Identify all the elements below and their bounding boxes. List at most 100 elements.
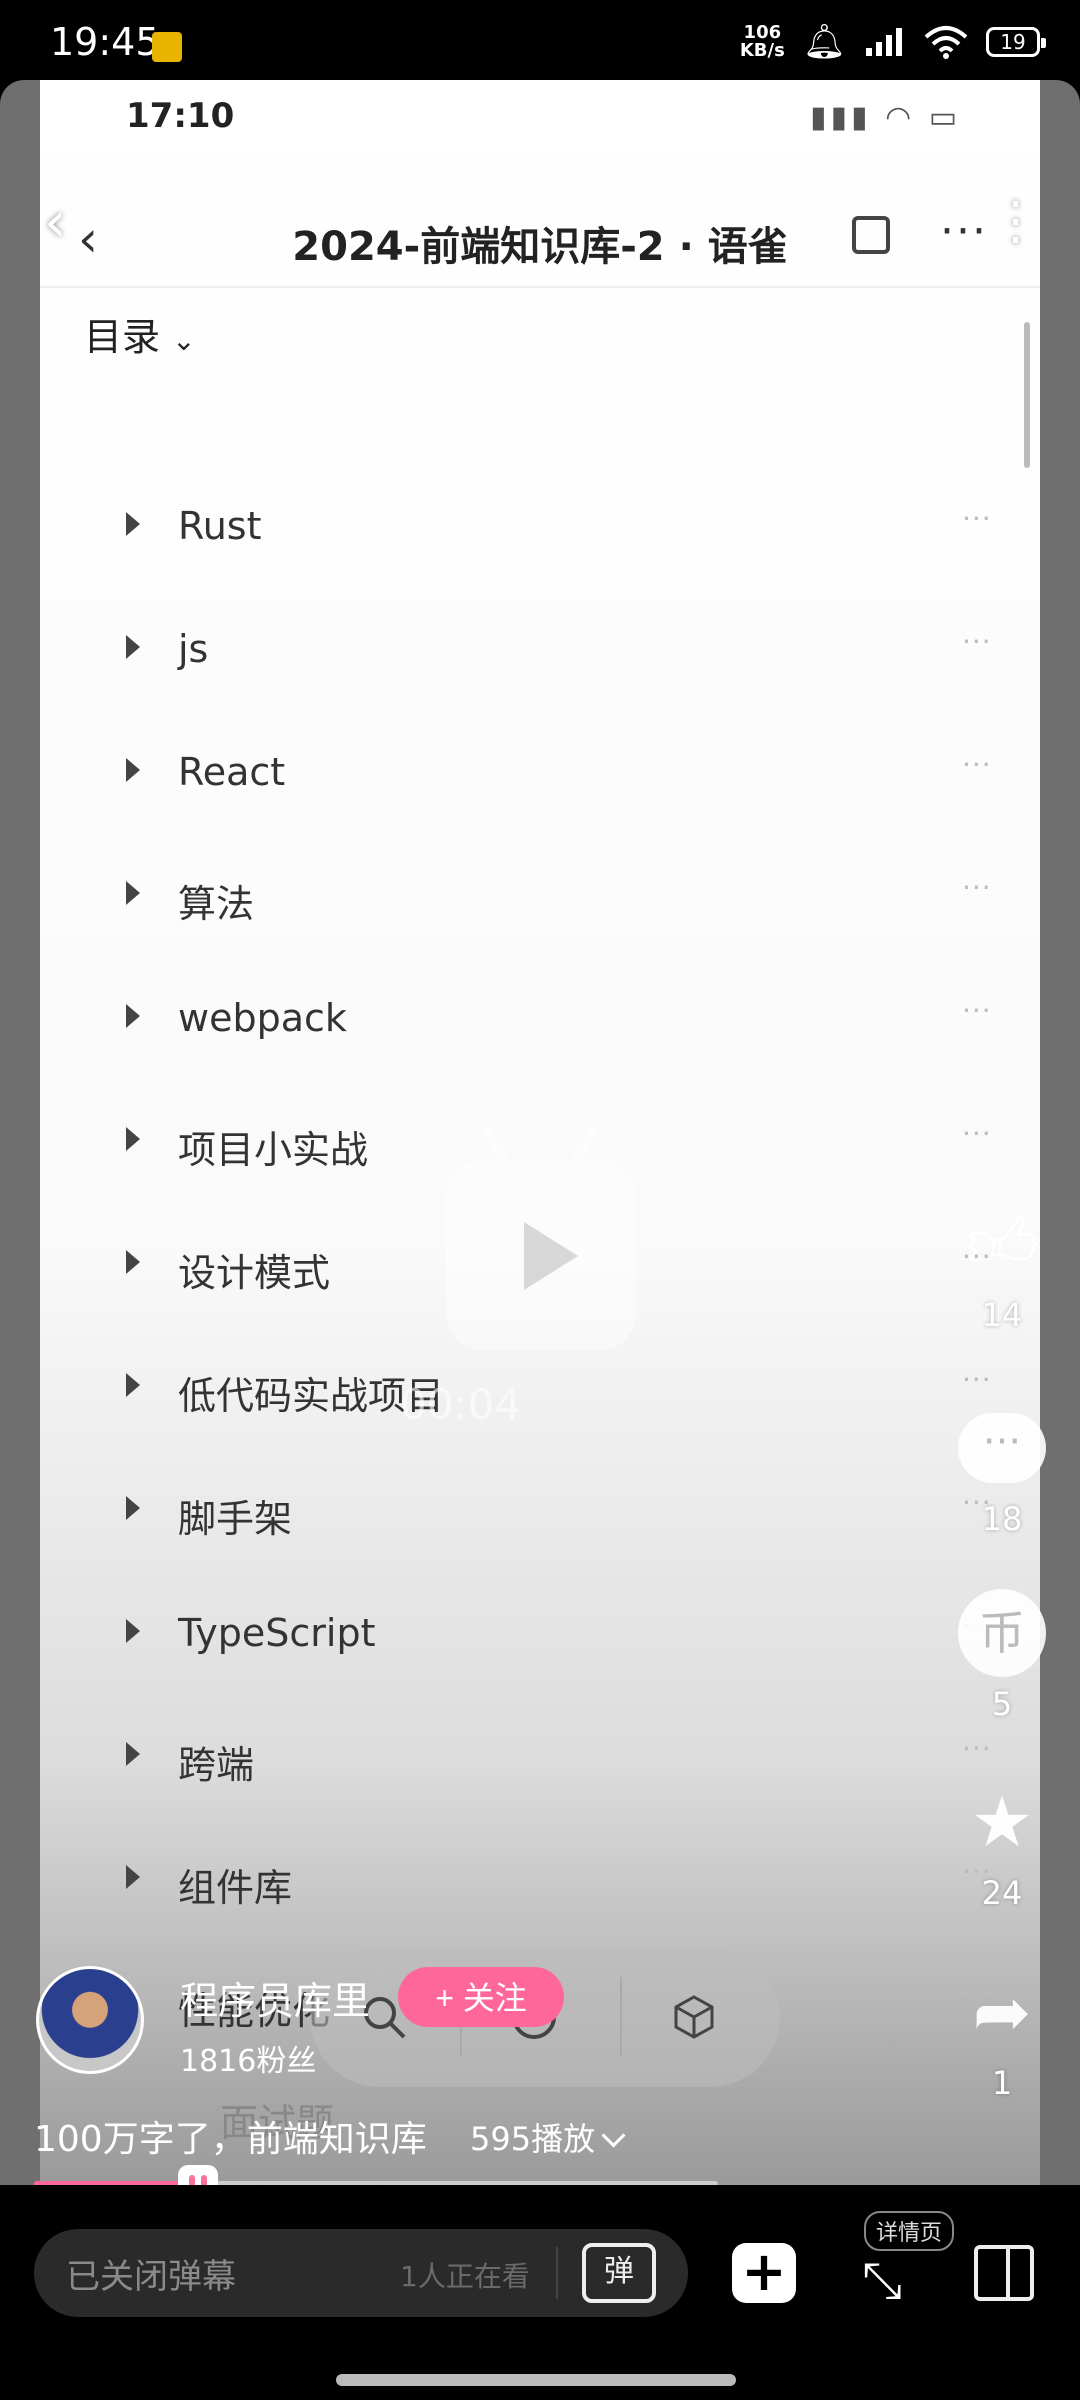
toc-item: 算法 ··· (40, 851, 1040, 951)
favorite-count: 24 (981, 1874, 1023, 1912)
play-count[interactable]: 595播放 (470, 2114, 626, 2160)
chevron-down-icon: ⌄ (172, 324, 196, 357)
toc-item: 低代码实战项目 ··· (40, 1343, 1040, 1443)
toc-item: React ··· (40, 728, 1040, 828)
back-icon[interactable]: ‹ (44, 190, 66, 255)
star-icon: ★ (970, 1781, 1034, 1863)
toc-item: 组件库 ··· (40, 1835, 1040, 1935)
wifi-icon (924, 26, 968, 59)
comment-count: 18 (981, 1500, 1023, 1538)
caret-right-icon (126, 512, 140, 536)
fans-count: 1816粉丝 (180, 2044, 317, 2079)
play-count-label: 595播放 (470, 2120, 596, 2158)
toc-header: 目录 ⌄ (84, 306, 196, 361)
share-count: 1 (991, 2064, 1013, 2102)
divider (556, 2247, 558, 2299)
toc-item: js ··· (40, 605, 1040, 705)
follow-button[interactable]: + 关注 (398, 1967, 564, 2027)
more-dots-icon: ··· (962, 748, 992, 781)
more-dots-icon: ··· (962, 1732, 992, 1765)
favorite-button[interactable]: ★ 24 (954, 1774, 1050, 1912)
toc-item: webpack ··· (40, 974, 1040, 1074)
share-button[interactable]: ➦ 1 (954, 1964, 1050, 2102)
caret-right-icon (126, 1865, 140, 1889)
toc-item-label: 脚手架 (178, 1497, 293, 1541)
play-badge-ears (480, 1125, 600, 1165)
toc-item-label: 算法 (178, 882, 255, 926)
toc-item-label: 设计模式 (178, 1251, 331, 1295)
more-dots-icon: ··· (962, 994, 992, 1027)
inner-status-time: 17:10 (126, 96, 235, 136)
caret-right-icon (126, 1742, 140, 1766)
page-layout-icon[interactable] (974, 2245, 1034, 2301)
yuque-nav-bar: ‹ 2024-前端知识库-2 · 语雀 ··· (40, 190, 1040, 288)
detail-page-tag: 详情页 (864, 2211, 955, 2251)
network-speed-unit: KB/s (739, 40, 785, 61)
like-count: 14 (981, 1296, 1023, 1334)
share-icon (852, 216, 890, 254)
play-elapsed-time: 00:04 (400, 1380, 522, 1429)
coin-icon: 币 (958, 1589, 1046, 1677)
play-button[interactable] (446, 1160, 636, 1350)
coin-button[interactable]: 币 5 (954, 1585, 1050, 1723)
more-dots-icon: ··· (962, 502, 992, 535)
caret-right-icon (126, 1127, 140, 1151)
watching-count: 1人正在看 (400, 2260, 530, 2293)
more-dots-icon: ··· (962, 1117, 992, 1150)
comment-bubble-icon: ··· (958, 1413, 1046, 1483)
share-arrow-icon: ➦ (972, 1971, 1032, 2053)
danmaku-toggle[interactable]: 弹 (582, 2243, 656, 2303)
author-name[interactable]: 程序员库里 (180, 1970, 370, 2025)
toc-item-label: React (178, 750, 286, 794)
play-icon (524, 1222, 578, 1290)
battery-indicator: 19 (986, 27, 1046, 57)
bottom-bar: 已关闭弹幕 1人正在看 弹 + 详情页 ⤡ (0, 2185, 1080, 2400)
toc-item-label: 组件库 (178, 1866, 293, 1910)
toc-item-label: webpack (178, 996, 347, 1040)
caret-right-icon (126, 758, 140, 782)
coin-count: 5 (991, 1685, 1013, 1723)
network-speed: 106 KB/s (740, 24, 785, 60)
caret-right-icon (126, 1619, 140, 1643)
toc-item-label: Rust (178, 504, 262, 548)
more-dots-icon: ··· (962, 625, 992, 658)
home-indicator (336, 2374, 736, 2386)
bell-icon: 🔔︎ (802, 22, 846, 62)
avatar[interactable] (36, 1966, 144, 2074)
danmaku-input[interactable]: 已关闭弹幕 (66, 2249, 236, 2298)
signal-icon (866, 28, 902, 56)
status-bar: 19:45 106 KB/s 🔔︎ 19 (0, 0, 1080, 80)
thumbs-up-icon: 👍︎ (965, 1202, 1039, 1284)
toc-item-label: 跨端 (178, 1743, 255, 1787)
chevron-down-icon (601, 2123, 626, 2148)
scrollbar (1024, 322, 1030, 468)
caret-right-icon (126, 1004, 140, 1028)
more-dots-icon: ··· (962, 1363, 992, 1396)
caret-right-icon (126, 881, 140, 905)
caret-right-icon (126, 1250, 140, 1274)
toolbar-divider (620, 1977, 622, 2057)
more-dots-icon: ··· (962, 871, 992, 904)
inner-status-icons: ▮▮▮ ◠ ▭ (810, 100, 962, 135)
toc-item: Rust ··· (40, 482, 1040, 582)
video-caption: 100万字了，前端知识库 (34, 2119, 427, 2160)
danmaku-input-box[interactable]: 已关闭弹幕 1人正在看 弹 (34, 2229, 688, 2317)
caret-right-icon (126, 635, 140, 659)
exit-fullscreen-icon[interactable]: ⤡ (862, 2251, 902, 2310)
toc-item-label: js (178, 627, 209, 671)
toc-item-label: 项目小实战 (178, 1128, 369, 1172)
caret-right-icon (126, 1373, 140, 1397)
toc-item: 跨端 ··· (40, 1712, 1040, 1812)
status-icons: 106 KB/s 🔔︎ 19 (740, 22, 1046, 62)
video-player[interactable]: 17:10 ▮▮▮ ◠ ▭ ‹ 2024-前端知识库-2 · 语雀 ··· 目录… (0, 80, 1080, 2185)
doc-title: 2024-前端知识库-2 · 语雀 (292, 224, 788, 270)
like-button[interactable]: 👍︎ 14 (954, 1196, 1050, 1334)
more-vertical-icon[interactable]: · · · (1008, 181, 1023, 265)
comment-button[interactable]: ··· 18 (954, 1400, 1050, 1538)
add-button[interactable]: + (732, 2243, 796, 2303)
status-time: 19:45 (50, 20, 160, 64)
more-icon: ··· (940, 206, 988, 257)
toc-item: 脚手架 ··· (40, 1466, 1040, 1566)
notification-icon (152, 32, 182, 62)
cube-icon (674, 1995, 714, 2039)
